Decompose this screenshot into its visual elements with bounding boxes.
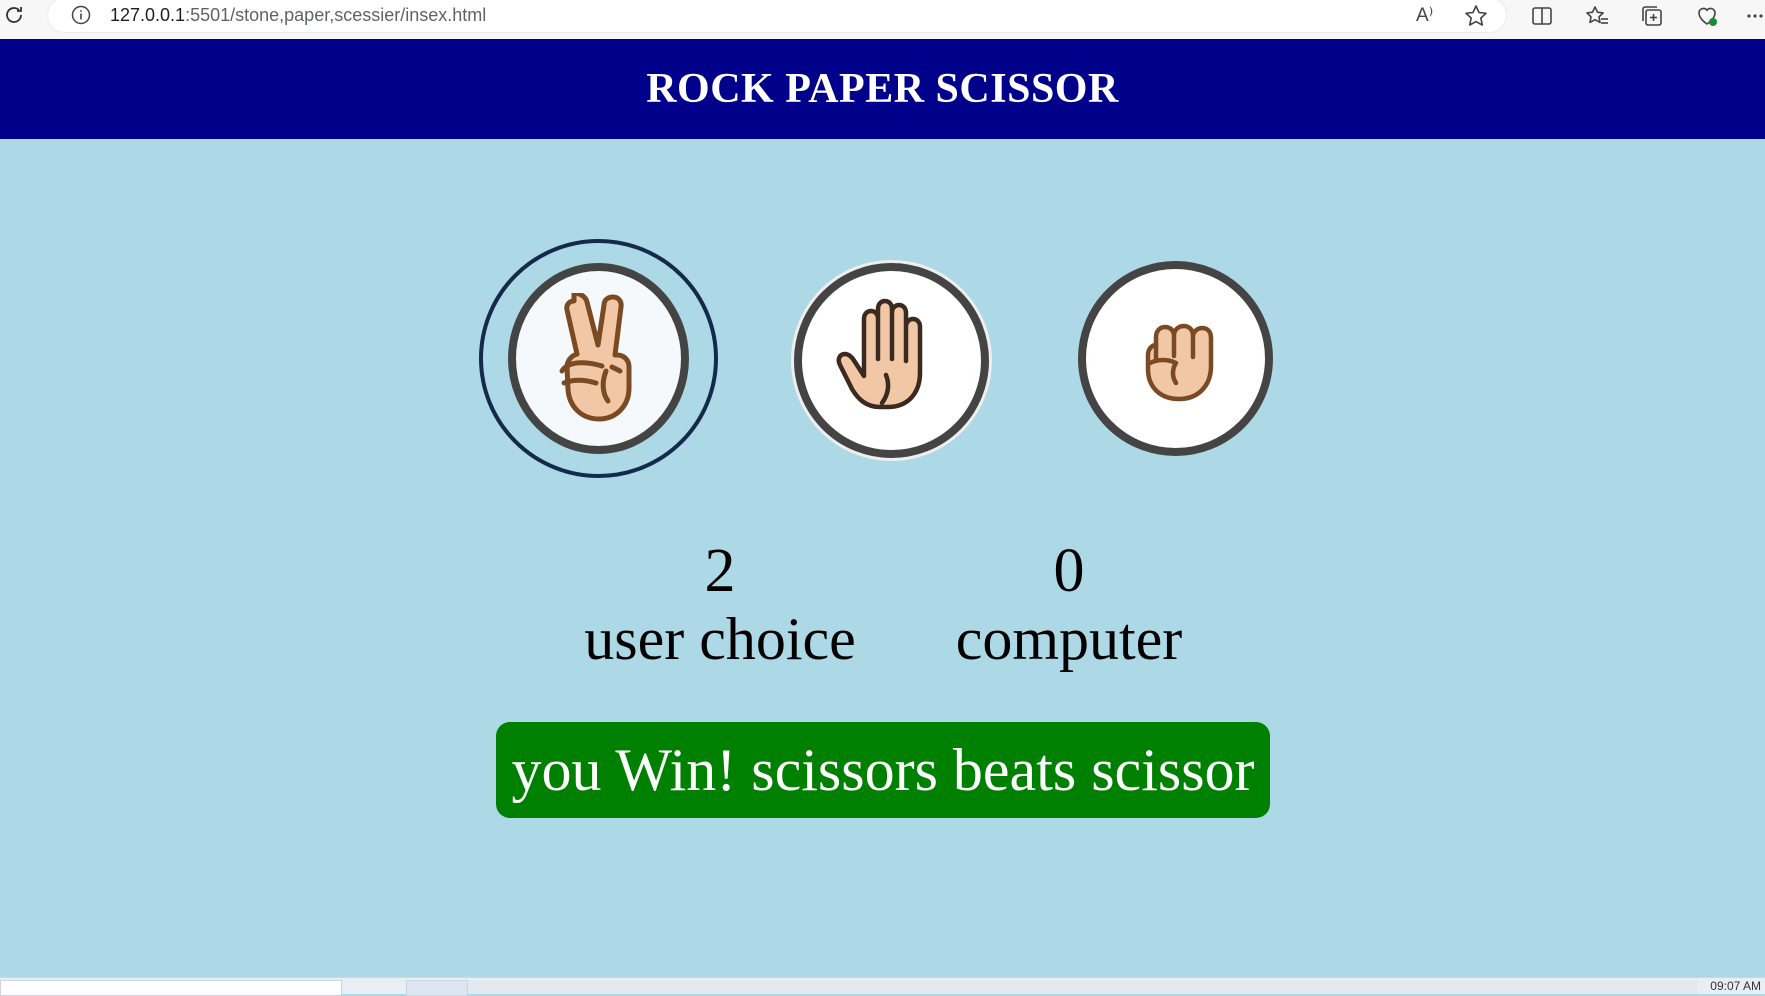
- url-host: 127.0.0.1: [110, 5, 186, 25]
- computer-score: 0 computer: [924, 538, 1214, 674]
- favorites-icon[interactable]: [1584, 3, 1610, 29]
- choice-scissors[interactable]: [508, 263, 689, 454]
- rock-fist-icon: [1145, 323, 1214, 402]
- os-taskbar: 09:07 AM: [0, 977, 1765, 996]
- reload-icon[interactable]: [2, 3, 26, 27]
- url-path: :5501/stone,paper,scessier/insex.html: [185, 5, 487, 25]
- taskbar-clock: 09:07 AM: [1710, 979, 1761, 993]
- choice-rock[interactable]: [1078, 261, 1273, 456]
- info-icon[interactable]: [70, 4, 92, 26]
- read-aloud-icon[interactable]: A⁾: [1416, 3, 1442, 29]
- user-score: 2 user choice: [575, 538, 865, 674]
- more-icon[interactable]: [1745, 3, 1765, 29]
- user-score-label: user choice: [584, 606, 856, 672]
- taskbar-app[interactable]: [406, 980, 468, 996]
- url-text[interactable]: 127.0.0.1:5501/stone,paper,scessier/inse…: [110, 4, 486, 26]
- browser-essentials-icon[interactable]: [1694, 3, 1720, 29]
- computer-score-label: computer: [955, 606, 1183, 672]
- computer-score-value: 0: [1053, 537, 1085, 605]
- split-screen-icon[interactable]: [1529, 3, 1555, 29]
- choice-paper[interactable]: [794, 263, 989, 458]
- result-message: you Win! scissors beats scissor: [496, 722, 1270, 818]
- favorite-star-icon[interactable]: [1463, 3, 1489, 29]
- page-title: ROCK PAPER SCISSOR: [646, 66, 1119, 112]
- paper-hand-icon: [836, 298, 923, 410]
- page-header: ROCK PAPER SCISSOR: [0, 39, 1765, 139]
- user-score-value: 2: [704, 537, 736, 605]
- scissors-hand-icon: [559, 293, 632, 422]
- collections-icon[interactable]: [1639, 3, 1665, 29]
- taskbar-apps[interactable]: [468, 980, 1698, 994]
- browser-toolbar: 127.0.0.1:5501/stone,paper,scessier/inse…: [0, 0, 1765, 40]
- taskbar-search[interactable]: [0, 980, 342, 996]
